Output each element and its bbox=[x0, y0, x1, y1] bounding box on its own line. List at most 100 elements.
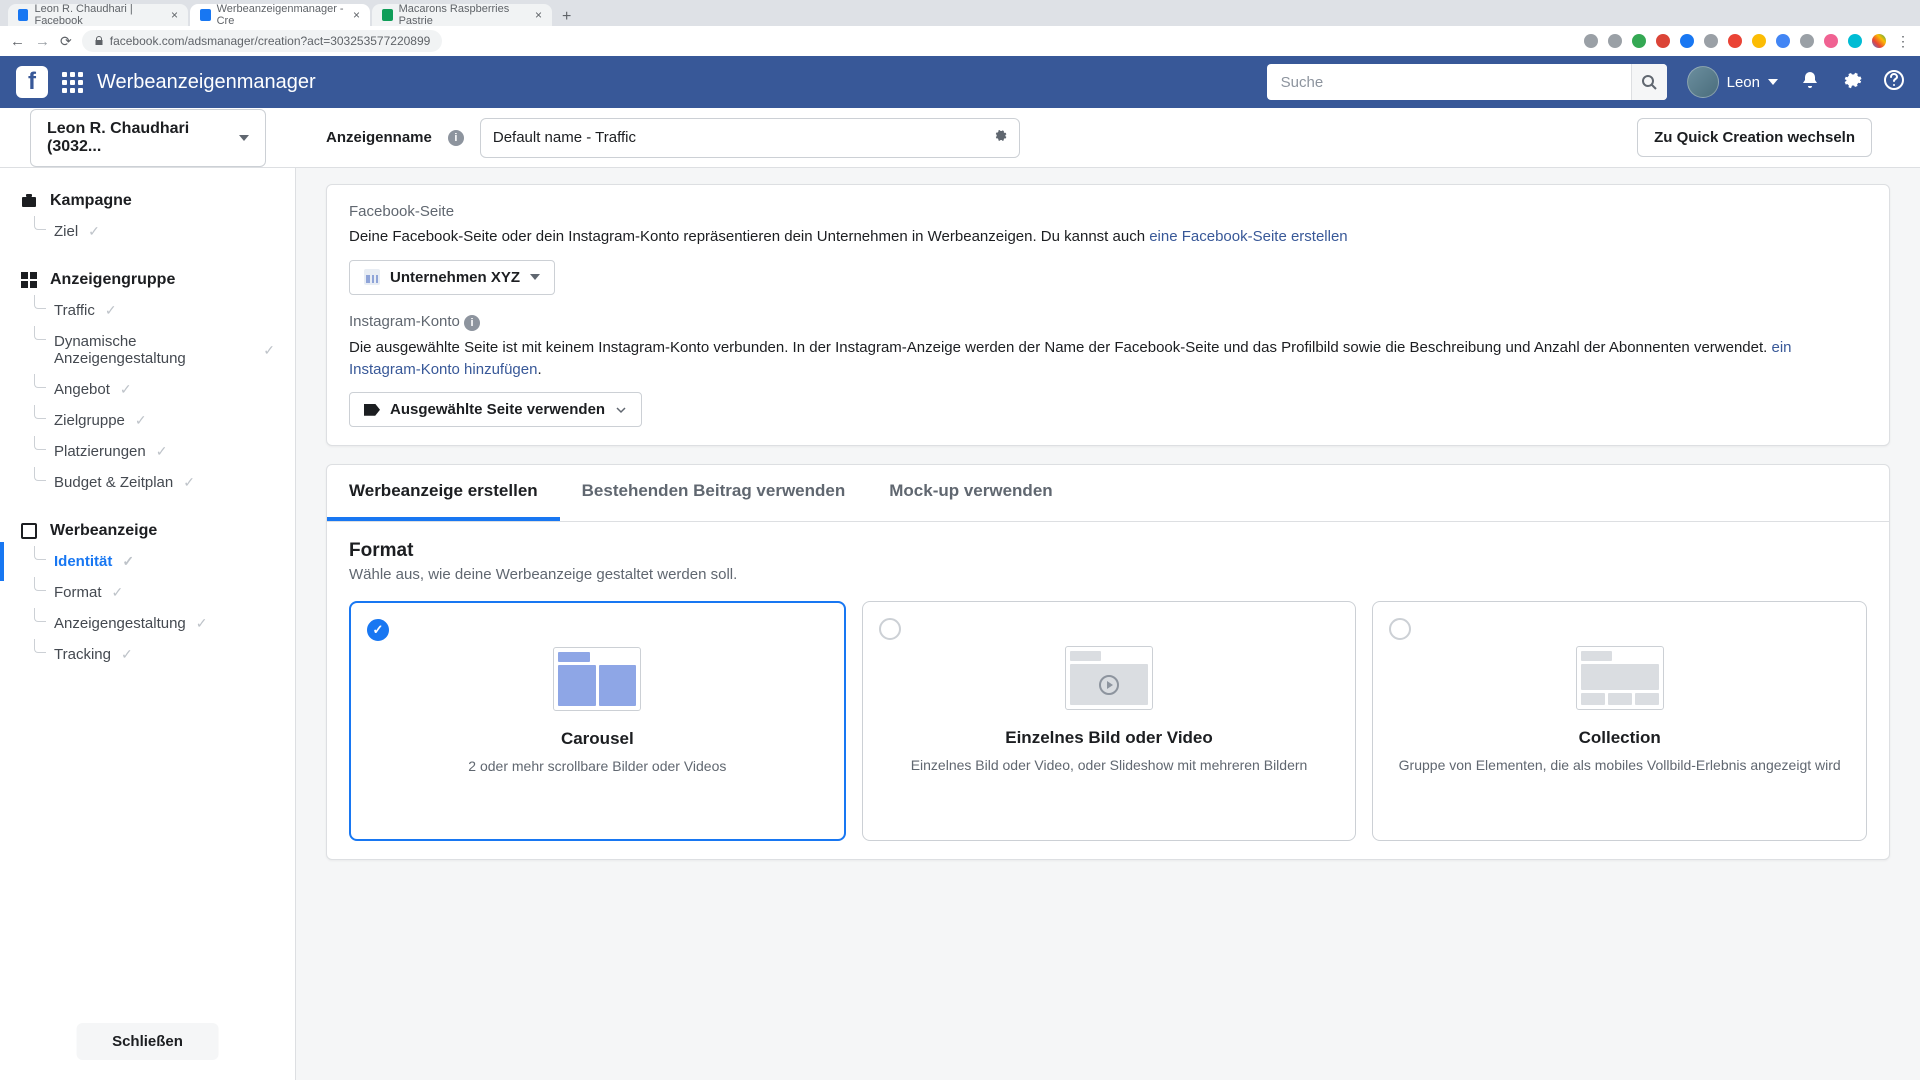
ig-label: Instagram-Konto i bbox=[349, 313, 1867, 331]
sidebar-item-offer[interactable]: Angebot✓ bbox=[0, 374, 295, 405]
sidebar-head-adset[interactable]: Anzeigengruppe bbox=[0, 265, 295, 295]
sidebar-item-dynamic[interactable]: Dynamische Anzeigengestaltung✓ bbox=[0, 326, 295, 374]
extension-icon[interactable] bbox=[1776, 34, 1790, 48]
single-illustration-icon bbox=[1065, 646, 1153, 710]
menu-icon[interactable]: ⋮ bbox=[1896, 33, 1910, 50]
search-button[interactable] bbox=[1631, 64, 1667, 100]
extension-icon[interactable] bbox=[1632, 34, 1646, 48]
sidebar-item-ziel[interactable]: Ziel✓ bbox=[0, 216, 295, 247]
sidebar-item-format[interactable]: Format✓ bbox=[0, 577, 295, 608]
search-wrap bbox=[1267, 64, 1667, 100]
tab-mockup[interactable]: Mock-up verwenden bbox=[867, 465, 1074, 521]
check-icon: ✓ bbox=[121, 646, 133, 663]
app-title: Werbeanzeigenmanager bbox=[97, 71, 316, 94]
sidebar-section-ad: Werbeanzeige Identität✓ Format✓ Anzeigen… bbox=[0, 516, 295, 670]
apps-grid-icon[interactable] bbox=[62, 72, 83, 93]
ad-name-input[interactable] bbox=[493, 129, 991, 146]
extension-icon[interactable] bbox=[1728, 34, 1742, 48]
browser-tab[interactable]: Macarons Raspberries Pastrie × bbox=[372, 4, 552, 26]
extension-icon[interactable] bbox=[1824, 34, 1838, 48]
sidebar-item-identity[interactable]: Identität✓ bbox=[0, 546, 295, 577]
help-icon[interactable] bbox=[1884, 70, 1904, 95]
extension-icon[interactable] bbox=[1752, 34, 1766, 48]
tab-title: Macarons Raspberries Pastrie bbox=[399, 3, 529, 27]
extensions-row: ⋮ bbox=[1584, 33, 1910, 50]
extension-icon[interactable] bbox=[1800, 34, 1814, 48]
format-card-collection[interactable]: Collection Gruppe von Elementen, die als… bbox=[1372, 601, 1867, 841]
facebook-logo-icon[interactable]: f bbox=[16, 66, 48, 98]
check-icon: ✓ bbox=[135, 412, 147, 429]
extension-icon[interactable] bbox=[1584, 34, 1598, 48]
browser-tab[interactable]: Werbeanzeigenmanager - Cre× bbox=[190, 4, 370, 26]
account-dropdown[interactable]: Leon R. Chaudhari (3032... bbox=[30, 109, 266, 167]
check-icon: ✓ bbox=[196, 615, 208, 632]
create-page-link[interactable]: eine Facebook-Seite erstellen bbox=[1149, 228, 1347, 245]
creative-tabs: Werbeanzeige erstellen Bestehenden Beitr… bbox=[327, 465, 1889, 522]
check-icon: ✓ bbox=[105, 302, 117, 319]
bell-icon[interactable] bbox=[1800, 70, 1820, 95]
chevron-down-icon bbox=[615, 404, 627, 416]
user-menu[interactable]: Leon bbox=[1687, 66, 1778, 98]
back-icon[interactable]: ← bbox=[10, 33, 25, 50]
flag-icon bbox=[364, 404, 380, 416]
search-input[interactable] bbox=[1267, 74, 1631, 91]
new-tab-button[interactable]: + bbox=[554, 8, 579, 26]
tab-create-ad[interactable]: Werbeanzeige erstellen bbox=[327, 465, 560, 521]
sidebar-item-tracking[interactable]: Tracking✓ bbox=[0, 639, 295, 670]
check-icon: ✓ bbox=[183, 474, 195, 491]
grid-icon bbox=[20, 271, 38, 289]
identity-card: Facebook-Seite Deine Facebook-Seite oder… bbox=[326, 184, 1890, 446]
ad-name-label: Anzeigenname bbox=[326, 129, 432, 146]
creative-card: Werbeanzeige erstellen Bestehenden Beitr… bbox=[326, 464, 1890, 860]
lock-icon bbox=[94, 36, 104, 46]
sidebar-section-adset: Anzeigengruppe Traffic✓ Dynamische Anzei… bbox=[0, 265, 295, 498]
check-icon: ✓ bbox=[263, 342, 275, 359]
format-title-text: Carousel bbox=[371, 729, 824, 749]
reload-icon[interactable]: ⟳ bbox=[60, 33, 72, 50]
sidebar: Kampagne Ziel✓ Anzeigengruppe Traffic✓ D… bbox=[0, 168, 296, 1080]
profile-avatar-icon[interactable] bbox=[1872, 34, 1886, 48]
format-card-single[interactable]: Einzelnes Bild oder Video Einzelnes Bild… bbox=[862, 601, 1357, 841]
close-icon[interactable]: × bbox=[535, 8, 542, 22]
check-icon: ✓ bbox=[122, 553, 134, 570]
browser-tab-strip: Leon R. Chaudhari | Facebook× Werbeanzei… bbox=[0, 0, 1920, 26]
content-area: Facebook-Seite Deine Facebook-Seite oder… bbox=[296, 168, 1920, 1080]
close-icon[interactable]: × bbox=[353, 8, 360, 22]
sidebar-head-campaign[interactable]: Kampagne bbox=[0, 186, 295, 216]
browser-tab[interactable]: Leon R. Chaudhari | Facebook× bbox=[8, 4, 188, 26]
chevron-down-icon bbox=[1768, 79, 1778, 85]
extension-icon[interactable] bbox=[1848, 34, 1862, 48]
ad-name-field-wrap bbox=[480, 118, 1020, 158]
account-name: Leon R. Chaudhari (3032... bbox=[47, 120, 239, 156]
carousel-illustration-icon bbox=[553, 647, 641, 711]
tab-existing-post[interactable]: Bestehenden Beitrag verwenden bbox=[560, 465, 868, 521]
gear-icon[interactable] bbox=[1842, 70, 1862, 95]
chevron-down-icon bbox=[530, 274, 540, 280]
format-desc-text: Einzelnes Bild oder Video, oder Slidesho… bbox=[883, 756, 1336, 776]
extension-icon[interactable] bbox=[1704, 34, 1718, 48]
close-icon[interactable]: × bbox=[171, 8, 178, 22]
fb-page-dropdown[interactable]: Unternehmen XYZ bbox=[349, 260, 555, 295]
sidebar-item-placements[interactable]: Platzierungen✓ bbox=[0, 436, 295, 467]
sidebar-head-ad[interactable]: Werbeanzeige bbox=[0, 516, 295, 546]
ig-dropdown[interactable]: Ausgewählte Seite verwenden bbox=[349, 392, 642, 427]
extension-icon[interactable] bbox=[1656, 34, 1670, 48]
extension-icon[interactable] bbox=[1608, 34, 1622, 48]
format-card-carousel[interactable]: Carousel 2 oder mehr scrollbare Bilder o… bbox=[349, 601, 846, 841]
user-name: Leon bbox=[1727, 74, 1760, 91]
address-bar[interactable]: facebook.com/adsmanager/creation?act=303… bbox=[82, 30, 443, 52]
gear-icon[interactable] bbox=[991, 127, 1007, 148]
info-icon[interactable]: i bbox=[464, 315, 480, 331]
extension-icon[interactable] bbox=[1680, 34, 1694, 48]
sidebar-item-audience[interactable]: Zielgruppe✓ bbox=[0, 405, 295, 436]
briefcase-icon bbox=[20, 192, 38, 210]
close-button[interactable]: Schließen bbox=[76, 1023, 219, 1060]
sidebar-item-budget[interactable]: Budget & Zeitplan✓ bbox=[0, 467, 295, 498]
sidebar-item-traffic[interactable]: Traffic✓ bbox=[0, 295, 295, 326]
info-icon[interactable]: i bbox=[448, 130, 464, 146]
fb-page-body: Deine Facebook-Seite oder dein Instagram… bbox=[349, 226, 1867, 248]
sidebar-item-creative[interactable]: Anzeigengestaltung✓ bbox=[0, 608, 295, 639]
quick-creation-button[interactable]: Zu Quick Creation wechseln bbox=[1637, 118, 1872, 157]
ig-body: Die ausgewählte Seite ist mit keinem Ins… bbox=[349, 337, 1867, 381]
radio-icon bbox=[1389, 618, 1411, 640]
